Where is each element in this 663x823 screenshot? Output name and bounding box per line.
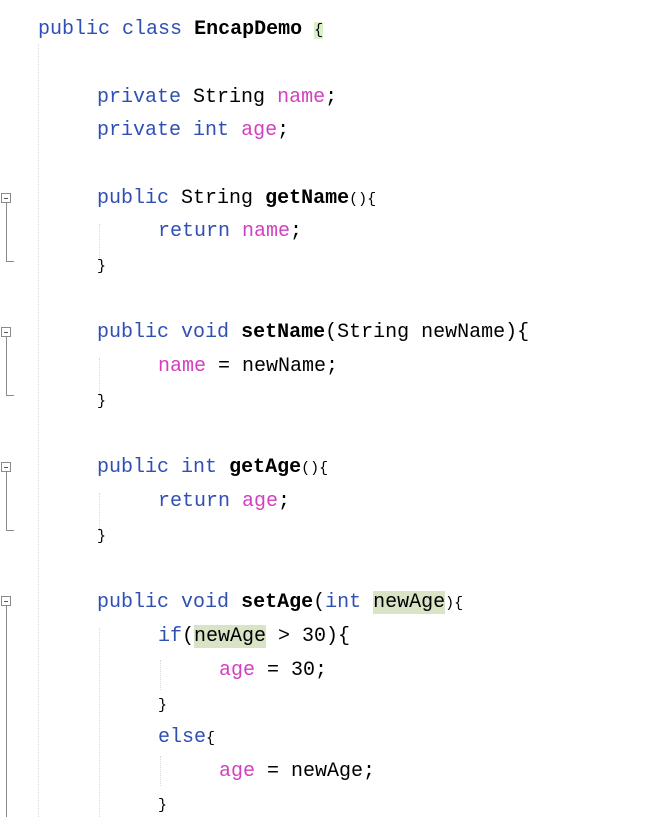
closing-brace: }	[97, 258, 107, 275]
closing-brace: }	[97, 528, 107, 545]
keyword-void: void	[181, 591, 230, 614]
field-age: age	[219, 659, 256, 682]
closing-brace: }	[97, 393, 107, 410]
type-string: String	[193, 86, 266, 109]
code-line-getage-return[interactable]: return age;	[158, 485, 290, 519]
method-name-getage: getAge	[229, 456, 302, 479]
keyword-private: private	[97, 119, 182, 142]
code-line-getage-signature[interactable]: public int getAge(){	[97, 451, 328, 485]
fold-end	[6, 530, 14, 531]
collapse-minus-icon[interactable]	[1, 462, 11, 472]
keyword-class: class	[122, 18, 183, 41]
indent-guide	[160, 756, 161, 786]
keyword-public: public	[97, 456, 170, 479]
code-line-if-close[interactable]: }	[158, 688, 167, 722]
fold-end	[6, 395, 14, 396]
closing-brace: }	[158, 797, 168, 814]
fold-line	[6, 472, 7, 530]
keyword-private: private	[97, 86, 182, 109]
code-line-setname-close[interactable]: }	[97, 384, 106, 418]
collapse-minus-icon[interactable]	[1, 596, 11, 606]
paren-close: ){	[445, 595, 464, 612]
paren-open: (	[182, 625, 195, 648]
method-name-setage: setAge	[241, 591, 314, 614]
field-name: name	[277, 86, 326, 109]
collapse-minus-icon[interactable]	[1, 193, 11, 203]
semicolon: ;	[278, 490, 291, 513]
code-line-if-condition[interactable]: if(newAge > 30){	[158, 620, 350, 654]
code-line-class-declaration[interactable]: public class EncapDemo {	[38, 13, 324, 47]
field-name: name	[158, 355, 207, 378]
type-int: int	[325, 591, 362, 614]
code-line-setname-signature[interactable]: public void setName(String newName){	[97, 316, 529, 350]
keyword-public: public	[38, 18, 111, 41]
code-line-else[interactable]: else{	[158, 721, 215, 755]
code-line-getname-signature[interactable]: public String getName(){	[97, 182, 376, 216]
indent-guide	[99, 628, 100, 817]
keyword-public: public	[97, 321, 170, 344]
keyword-else: else	[158, 726, 207, 749]
assignment: = newAge;	[255, 760, 376, 783]
keyword-public: public	[97, 591, 170, 614]
code-line-field-age[interactable]: private int age;	[97, 114, 289, 148]
fold-end	[6, 261, 14, 262]
keyword-return: return	[158, 220, 231, 243]
method-name-getname: getName	[265, 187, 350, 210]
code-line-setage-signature[interactable]: public void setAge(int newAge){	[97, 586, 463, 620]
field-name: name	[242, 220, 291, 243]
class-name: EncapDemo	[194, 18, 303, 41]
param-newage-highlighted: newAge	[373, 591, 446, 614]
method-name-setname: setName	[241, 321, 326, 344]
closing-brace: }	[158, 697, 168, 714]
indent-guide	[38, 44, 39, 817]
keyword-void: void	[181, 321, 230, 344]
field-age: age	[242, 490, 279, 513]
keyword-return: return	[158, 490, 231, 513]
code-line-field-name[interactable]: private String name;	[97, 81, 337, 115]
assignment: = 30;	[255, 659, 328, 682]
type-int: int	[181, 456, 218, 479]
semicolon: ;	[277, 119, 290, 142]
assignment: = newName;	[206, 355, 339, 378]
paren-open: (	[313, 591, 326, 614]
code-line-getname-return[interactable]: return name;	[158, 215, 302, 249]
opening-brace: {	[206, 730, 216, 747]
keyword-public: public	[97, 187, 170, 210]
params: (){	[349, 191, 377, 208]
code-editor[interactable]: public class EncapDemo { private String …	[0, 0, 663, 817]
type-string: String	[181, 187, 254, 210]
fold-line	[6, 606, 7, 817]
condition: > 30){	[266, 625, 351, 648]
indent-guide	[160, 660, 161, 690]
collapse-minus-icon[interactable]	[1, 327, 11, 337]
params: (){	[301, 460, 329, 477]
code-line-getage-close[interactable]: }	[97, 519, 106, 553]
keyword-if: if	[158, 625, 183, 648]
field-age: age	[219, 760, 256, 783]
semicolon: ;	[290, 220, 303, 243]
field-age: age	[241, 119, 278, 142]
matched-brace: {	[314, 22, 324, 39]
code-line-if-assign[interactable]: age = 30;	[219, 654, 327, 688]
param-newage-highlighted: newAge	[194, 625, 267, 648]
params: (String newName){	[325, 321, 530, 344]
semicolon: ;	[325, 86, 338, 109]
fold-line	[6, 337, 7, 395]
code-line-else-assign[interactable]: age = newAge;	[219, 755, 375, 789]
code-line-setname-assign[interactable]: name = newName;	[158, 350, 338, 384]
code-line-getname-close[interactable]: }	[97, 249, 106, 283]
fold-line	[6, 203, 7, 261]
type-int: int	[193, 119, 230, 142]
